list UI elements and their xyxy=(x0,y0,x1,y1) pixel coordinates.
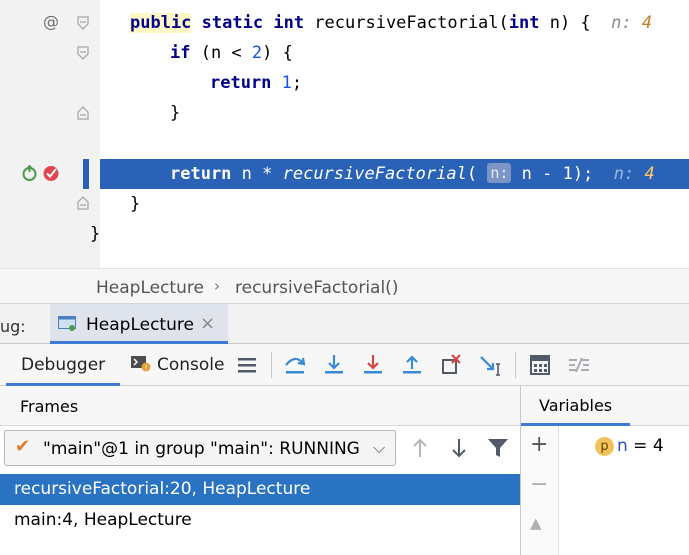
breadcrumb-class[interactable]: HeapLecture xyxy=(96,278,204,298)
code-line[interactable]: } xyxy=(0,219,689,249)
code-line[interactable]: return 1; xyxy=(0,68,689,98)
svg-text:!: ! xyxy=(145,364,148,372)
code-text: ( xyxy=(466,164,478,184)
run-to-cursor-icon[interactable] xyxy=(477,352,503,378)
variables-title: Variables xyxy=(539,396,613,415)
frames-header: Frames xyxy=(0,386,520,426)
tab-console[interactable]: ! Console xyxy=(130,344,225,386)
recursive-call-icon[interactable] xyxy=(21,164,38,182)
debug-tool-window-header: ug: HeapLecture × xyxy=(0,304,689,344)
code-line[interactable]: } xyxy=(0,98,689,128)
keyword: public xyxy=(130,13,192,33)
keyword: int xyxy=(508,13,540,33)
code-text: ) { xyxy=(262,43,293,63)
keyword: static xyxy=(201,13,264,33)
variable-value: 4 xyxy=(652,436,664,456)
step-out-icon[interactable] xyxy=(399,352,425,378)
debug-label: ug: xyxy=(0,317,26,336)
code-text: (n < xyxy=(190,43,252,63)
code-text: n * xyxy=(231,164,283,184)
trace-icon[interactable] xyxy=(566,352,592,378)
method-call: recursiveFactorial xyxy=(282,164,467,184)
tab-debugger-label: Debugger xyxy=(21,355,106,375)
tab-variables[interactable]: Variables xyxy=(521,386,631,426)
application-icon xyxy=(58,316,76,331)
frame-row[interactable]: recursiveFactorial:20, HeapLecture xyxy=(0,474,520,505)
code-line[interactable] xyxy=(0,128,689,158)
keyword: return xyxy=(170,164,232,184)
code-text: } xyxy=(130,194,141,214)
variable-row[interactable]: pn = 4 xyxy=(595,434,664,458)
frames-title: Frames xyxy=(20,397,79,416)
force-step-into-icon[interactable] xyxy=(360,352,386,378)
code-text: ; xyxy=(291,73,303,93)
breadcrumb: HeapLecture › recursiveFactorial() xyxy=(0,268,689,304)
code-text: } xyxy=(90,224,101,244)
inline-value-hint-name: n: xyxy=(613,164,635,184)
code-text: } xyxy=(170,103,181,123)
checkmark-icon: ✔ xyxy=(15,436,31,457)
debugger-toolbar: Debugger ! Console xyxy=(0,344,689,386)
frames-pane: Frames ✔ "main"@1 in group "main": RUNNI… xyxy=(0,386,520,555)
code-text: n) { xyxy=(539,13,591,33)
drop-frame-icon[interactable] xyxy=(438,352,464,378)
evaluate-expression-icon[interactable] xyxy=(527,352,553,378)
close-icon[interactable]: × xyxy=(200,313,215,334)
console-icon: ! xyxy=(130,346,152,372)
toolbar-separator xyxy=(271,352,272,378)
method-signature: public static int recursiveFactorial(int… xyxy=(130,8,652,38)
session-name: HeapLecture xyxy=(86,315,194,335)
tab-debugger[interactable]: Debugger xyxy=(6,344,121,386)
inline-value-hint-value: 4 xyxy=(641,13,653,33)
frame-row-label: recursiveFactorial:20, HeapLecture xyxy=(14,479,311,499)
frame-row-label: main:4, HeapLecture xyxy=(14,510,192,530)
code-text: if (n < 2) { xyxy=(170,38,293,68)
keyword: int xyxy=(273,13,305,33)
tab-console-label: Console xyxy=(157,355,225,375)
code-text: n - 1); xyxy=(511,164,594,184)
breadcrumb-method[interactable]: recursiveFactorial() xyxy=(235,278,398,298)
method-name: recursiveFactorial( xyxy=(304,13,509,33)
keyword: if xyxy=(170,43,191,63)
number-literal: 1 xyxy=(281,73,292,93)
thread-selector-value: "main"@1 in group "main": RUNNING xyxy=(43,439,360,459)
number-literal: 2 xyxy=(251,43,263,63)
execution-marker xyxy=(83,159,89,189)
filter-icon[interactable] xyxy=(486,436,510,460)
code-line[interactable]: public static int recursiveFactorial(int… xyxy=(0,8,689,38)
breakpoint-icon[interactable] xyxy=(42,164,60,182)
code-editor[interactable]: @ public static int recursiveFactorial(i… xyxy=(0,0,689,268)
parameter-icon: p xyxy=(595,437,614,456)
next-frame-icon[interactable] xyxy=(447,436,471,460)
step-into-icon[interactable] xyxy=(321,352,347,378)
move-up-icon[interactable]: ▲ xyxy=(530,514,542,532)
variables-toolbar: + − ▲ xyxy=(521,426,559,555)
add-watch-icon[interactable]: + xyxy=(530,432,548,457)
variable-equals: = xyxy=(627,436,653,456)
inline-value-hint-value: 4 xyxy=(644,164,655,184)
debug-session-tab[interactable]: HeapLecture × xyxy=(50,304,228,344)
inline-value-hint-name: n: xyxy=(611,13,632,33)
toolbar-separator xyxy=(515,352,516,378)
variables-pane: Variables + − ▲ pn = 4 xyxy=(521,386,689,555)
previous-frame-icon[interactable] xyxy=(408,436,432,460)
breadcrumb-separator: › xyxy=(214,277,220,295)
chevron-down-icon: ⌵ xyxy=(373,438,386,457)
step-over-icon[interactable] xyxy=(282,352,308,378)
variable-name: n xyxy=(617,436,628,456)
code-line[interactable]: } xyxy=(0,189,689,219)
restore-layout-icon[interactable] xyxy=(234,352,260,378)
code-line[interactable]: if (n < 2) { xyxy=(0,38,689,68)
keyword: return xyxy=(210,73,272,93)
frame-row[interactable]: main:4, HeapLecture xyxy=(0,505,520,536)
parameter-name-hint: n: xyxy=(487,163,512,183)
current-execution-line[interactable]: return n * recursiveFactorial( n: n - 1)… xyxy=(0,159,689,189)
code-text: return n * recursiveFactorial( n: n - 1)… xyxy=(170,159,655,189)
remove-watch-icon[interactable]: − xyxy=(530,472,548,497)
code-text: return 1; xyxy=(210,68,302,98)
thread-selector[interactable]: ✔ "main"@1 in group "main": RUNNING ⌵ xyxy=(4,430,396,466)
